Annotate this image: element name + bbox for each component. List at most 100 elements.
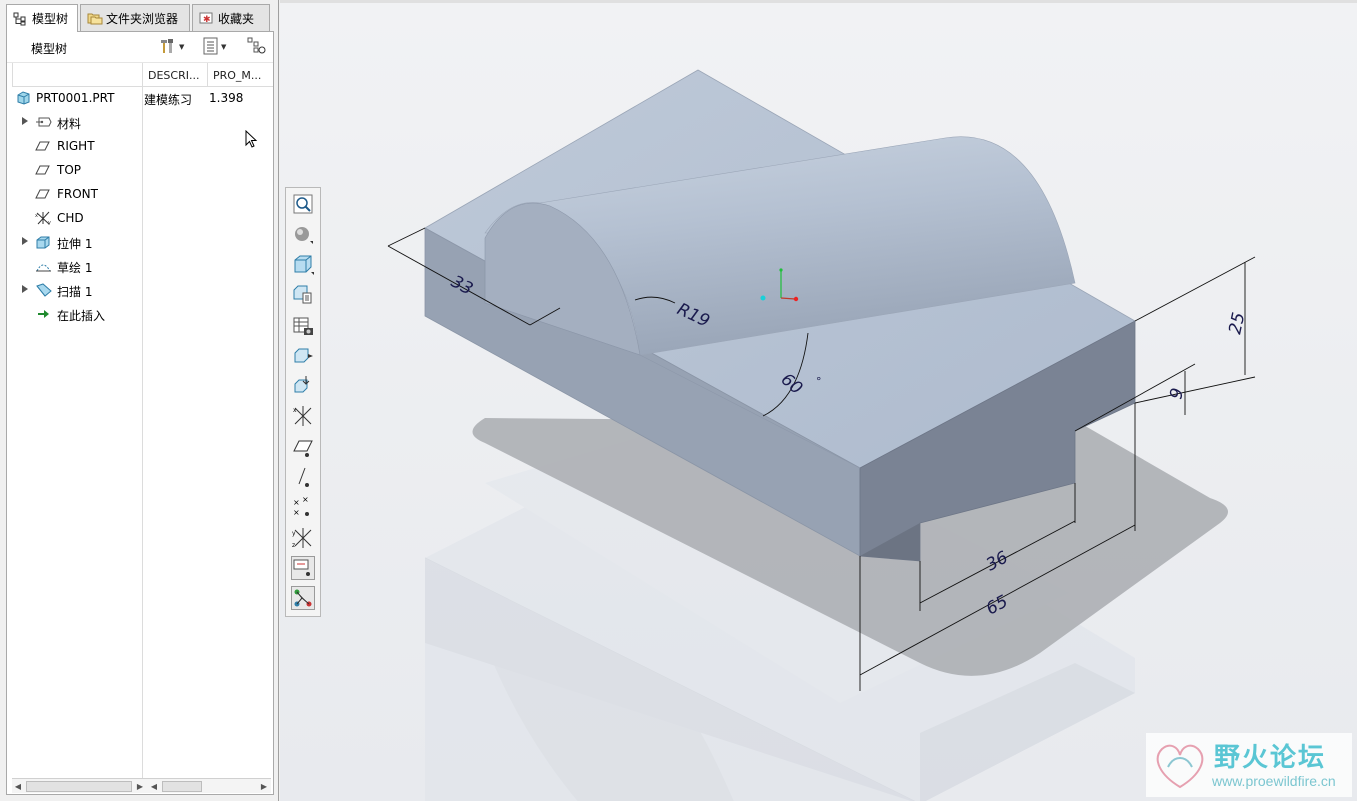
tree-item-insert-here[interactable]: 在此插入 <box>12 303 272 325</box>
tree-item-label: 材料 <box>57 117 82 131</box>
tree-item-label: 扫描 1 <box>57 285 93 299</box>
folder-browser-icon <box>87 11 103 25</box>
saved-views-button[interactable] <box>291 282 315 306</box>
coordinate-system-icon: xy <box>35 211 51 226</box>
tree-item-top[interactable]: TOP <box>12 159 272 181</box>
tree-settings-button[interactable]: ▼ <box>159 38 184 56</box>
tree-root-label: PRT0001.PRT <box>36 91 115 105</box>
svg-text:✱: ✱ <box>203 15 211 25</box>
tab-favorites-label: 收藏夹 <box>218 11 255 26</box>
point-display-icon: × ×× <box>293 495 309 517</box>
navigator-tabs: 模型树 文件夹浏览器 ✱ 收藏夹 <box>0 4 279 32</box>
appearance-button[interactable] <box>291 222 315 246</box>
tree-item-label: 在此插入 <box>57 309 106 323</box>
annotation-display-button[interactable] <box>291 556 315 580</box>
scroll-right-icon[interactable]: ▶ <box>134 779 146 794</box>
svg-text:x: x <box>293 407 297 414</box>
zoom-icon <box>293 194 313 214</box>
tree-item-label: RIGHT <box>57 139 95 153</box>
tree-item-label: TOP <box>57 163 82 177</box>
watermark-url: www.proewildfire.cn <box>1212 773 1336 789</box>
view-manager-button[interactable] <box>291 314 315 338</box>
tab-folder-browser-label: 文件夹浏览器 <box>106 11 179 26</box>
svg-text:×: × <box>302 496 309 504</box>
spin-center-icon <box>294 376 310 393</box>
tab-favorites[interactable]: ✱ 收藏夹 <box>192 4 270 31</box>
tree-filter-icon <box>247 37 267 58</box>
tree-filter-button[interactable] <box>247 37 267 58</box>
axis-display-button[interactable] <box>291 466 315 490</box>
column-divider[interactable] <box>207 63 208 87</box>
list-icon <box>203 37 219 58</box>
csys-display-icon: x <box>293 406 312 426</box>
model-tree-title: 模型树 <box>31 42 68 56</box>
saved-views-icon <box>293 285 312 304</box>
model-tree-icon <box>13 12 27 26</box>
tree-show-button[interactable]: ▼ <box>203 37 227 58</box>
part-icon <box>16 91 32 105</box>
forum-logo-icon <box>1156 744 1204 789</box>
graphics-window[interactable]: 33 R19 60 ° 25 9 36 65 <box>280 0 1357 801</box>
scroll-right-icon[interactable]: ▶ <box>258 779 270 794</box>
column-divider <box>12 63 13 87</box>
svg-text:z: z <box>292 542 295 549</box>
plane-display-icon <box>293 440 313 457</box>
dim-60-unit: ° <box>816 375 822 388</box>
expand-arrow-icon[interactable] <box>22 117 28 125</box>
expand-arrow-icon[interactable] <box>22 285 28 293</box>
point-display-button[interactable]: × × × <box>291 495 315 520</box>
tree-item-sketch[interactable]: 草绘 1 <box>12 255 272 277</box>
tree-item-front[interactable]: FRONT <box>12 183 272 205</box>
column-header-pro-m[interactable]: PRO_M... <box>213 69 261 82</box>
tab-model-tree[interactable]: 模型树 <box>6 4 78 32</box>
datum-plane-icon <box>35 139 51 153</box>
tree-item-label: 草绘 1 <box>57 261 93 275</box>
plane-display-button[interactable] <box>291 436 315 460</box>
csys-display-button[interactable]: x <box>291 404 315 428</box>
tree-item-label: CHD <box>57 211 84 225</box>
chevron-down-icon: ▼ <box>221 43 227 51</box>
tree-item-label: FRONT <box>57 187 98 201</box>
spin-center-button[interactable] <box>291 374 315 398</box>
favorites-icon: ✱ <box>199 11 213 25</box>
axis-display-icon <box>298 467 309 487</box>
tree-item-chd[interactable]: xy CHD <box>12 207 272 229</box>
column-header-description[interactable]: DESCRI... <box>148 69 199 82</box>
chevron-down-icon: ▼ <box>179 43 185 51</box>
model-tree-panel: 模型树 ▼ ▼ DESCRI... PRO_M... PRT0001.PRT 建… <box>6 31 274 795</box>
datum-plane-icon <box>35 163 51 177</box>
reorient-button[interactable] <box>291 344 315 368</box>
tree-item-right[interactable]: RIGHT <box>12 135 272 157</box>
model-canvas[interactable]: 33 R19 60 ° 25 9 36 65 <box>280 3 1357 801</box>
material-icon <box>35 115 52 129</box>
zoom-button[interactable] <box>291 192 315 216</box>
tree-item-material[interactable]: 材料 <box>12 111 272 133</box>
tree-item-extrude[interactable]: 拉伸 1 <box>12 231 272 253</box>
mouse-cursor-icon <box>245 130 258 148</box>
scroll-thumb[interactable] <box>162 781 202 792</box>
scroll-left-icon[interactable]: ◀ <box>12 779 24 794</box>
csys-tag-button[interactable]: yz <box>291 526 315 550</box>
reorient-icon <box>294 348 313 363</box>
expand-arrow-icon[interactable] <box>22 237 28 245</box>
extrude-icon <box>35 235 51 249</box>
tree-item-sweep[interactable]: 扫描 1 <box>12 279 272 301</box>
sketch-icon <box>35 259 51 273</box>
dim-25[interactable]: 25 <box>1225 311 1249 336</box>
app-window: 模型树 文件夹浏览器 ✱ 收藏夹 模型树 ▼ ▼ DESCRI... PRO_M… <box>0 0 1357 801</box>
navigator-panel: 模型树 文件夹浏览器 ✱ 收藏夹 模型树 ▼ ▼ DESCRI... PRO_M… <box>0 0 279 801</box>
display-style-button[interactable] <box>291 252 315 276</box>
tree-root-pro-m: 1.398 <box>209 91 244 105</box>
display-style-icon <box>294 255 314 275</box>
tree-item-label: 拉伸 1 <box>57 237 93 251</box>
scroll-thumb[interactable] <box>26 781 132 792</box>
scroll-left-icon[interactable]: ◀ <box>148 779 160 794</box>
horizontal-scrollbar[interactable]: ◀ ▶ ◀ ▶ <box>12 778 271 793</box>
watermark: 野火论坛 www.proewildfire.cn <box>1146 733 1352 797</box>
model-tree-toolbar: 模型树 ▼ ▼ <box>7 32 273 63</box>
svg-text:y: y <box>292 530 296 537</box>
tree-root-row[interactable]: PRT0001.PRT 建模练习 1.398 <box>12 87 272 109</box>
tab-model-tree-label: 模型树 <box>32 12 69 26</box>
tab-folder-browser[interactable]: 文件夹浏览器 <box>80 4 190 31</box>
connection-button[interactable] <box>291 586 315 610</box>
